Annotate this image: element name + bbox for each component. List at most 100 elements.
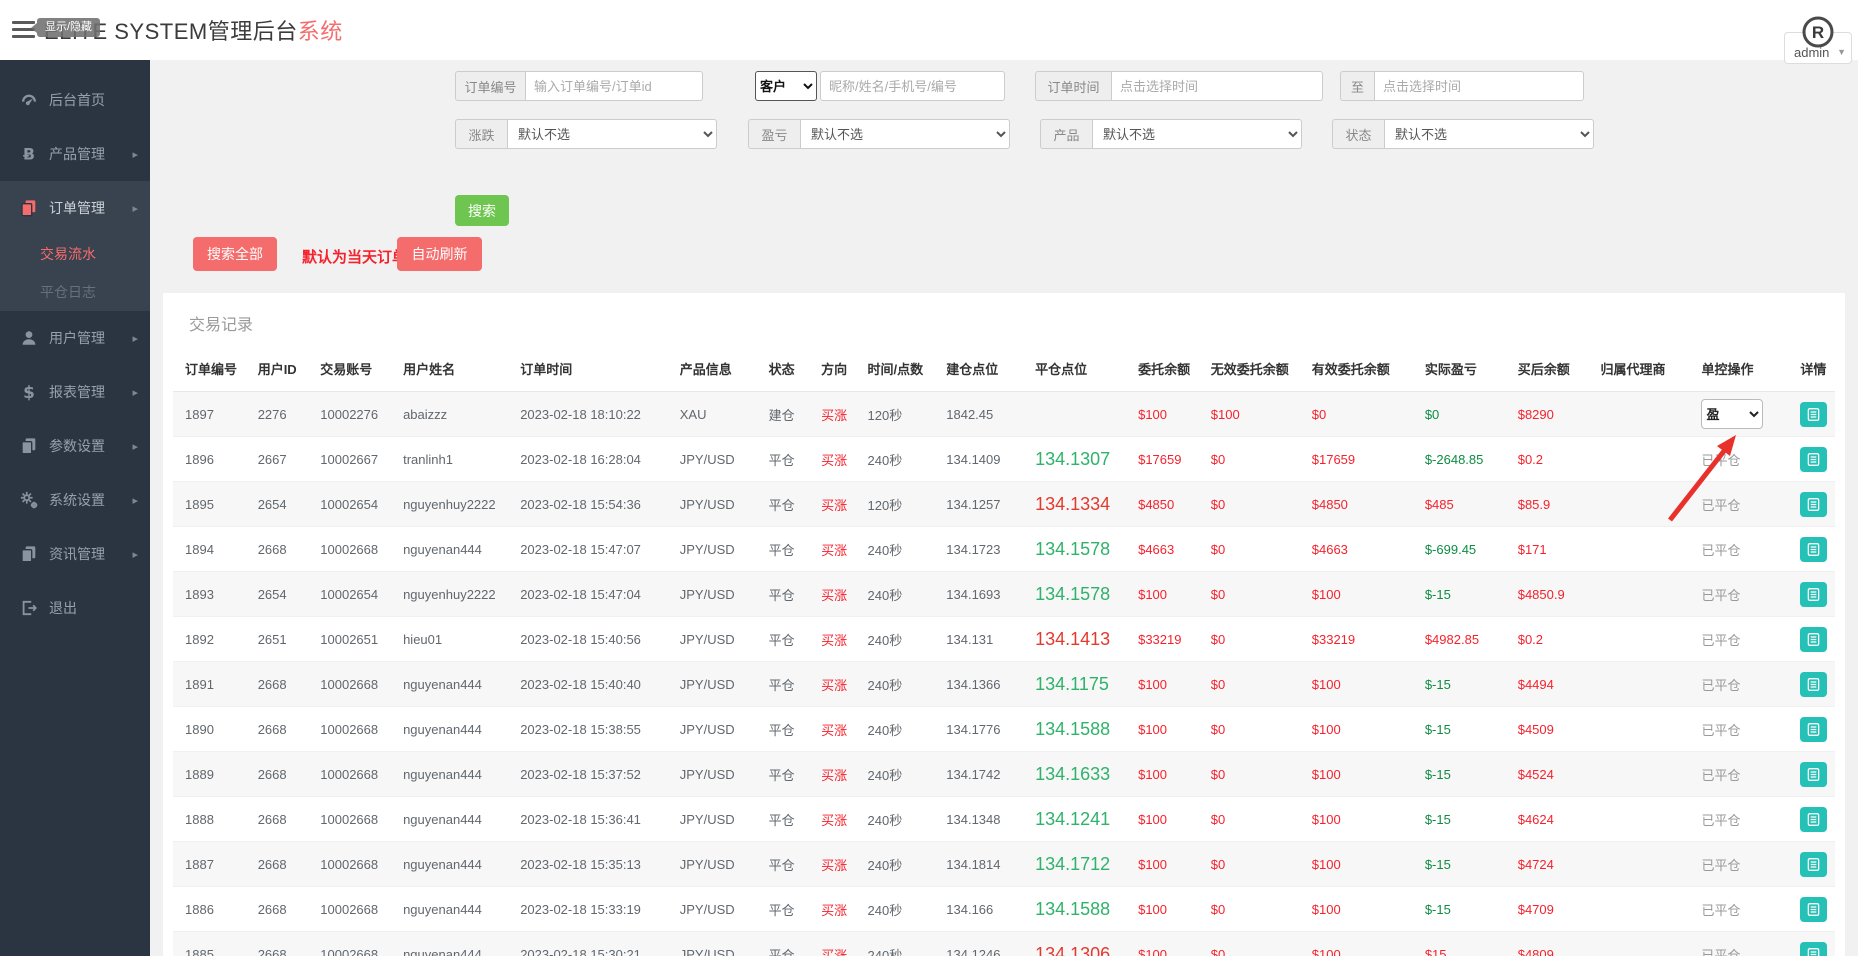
search-button[interactable]: 搜索 (455, 195, 509, 226)
dashboard-icon (20, 91, 38, 109)
cell-user-id: 2276 (258, 407, 287, 422)
sidebar-item-system[interactable]: 系统设置▸ (0, 473, 150, 527)
admin-user-menu[interactable]: R admin ▼ (1784, 32, 1852, 64)
cell-duration: 240秒 (868, 768, 903, 783)
chevron-right-icon: ▸ (132, 548, 138, 561)
sidebar-item-params[interactable]: 参数设置▸ (0, 419, 150, 473)
cell-after-balance: $171 (1518, 542, 1547, 557)
cell-order-no: 1894 (185, 542, 214, 557)
cell-open-point: 134.166 (946, 902, 993, 917)
column-header: 用户ID (246, 351, 309, 392)
cell-order-time: 2023-02-18 15:35:13 (520, 857, 641, 872)
cell-valid-entrust: $100 (1312, 857, 1341, 872)
status-select[interactable]: 默认不选 (1384, 119, 1594, 149)
detail-button[interactable] (1800, 627, 1827, 652)
cell-direction: 买涨 (821, 678, 847, 693)
sidebar-subitem-trade-flow[interactable]: 交易流水 (0, 235, 150, 273)
cell-order-no: 1895 (185, 497, 214, 512)
cell-status: 平仓 (769, 858, 795, 873)
detail-button[interactable] (1800, 672, 1827, 697)
time-to-input[interactable] (1374, 71, 1584, 101)
cell-order-time: 2023-02-18 15:33:19 (520, 902, 641, 917)
sidebar-item-label: 用户管理 (49, 328, 132, 348)
detail-button[interactable] (1800, 492, 1827, 517)
detail-button[interactable] (1800, 582, 1827, 607)
cell-duration: 240秒 (868, 678, 903, 693)
cell-after-balance: $0.2 (1518, 632, 1543, 647)
sidebar-item-products[interactable]: Ƀ 产品管理▸ (0, 127, 150, 181)
sidebar-item-label: 产品管理 (49, 144, 132, 164)
table-body: 1897227610002276abaizzz2023-02-18 18:10:… (173, 392, 1835, 956)
sidebar-item-logout[interactable]: 退出 (0, 581, 150, 635)
time-from-input[interactable] (1111, 71, 1323, 101)
cell-duration: 240秒 (868, 588, 903, 603)
cell-entrust: $100 (1138, 902, 1167, 917)
svg-text:R: R (1812, 23, 1824, 42)
chevron-right-icon: ▸ (132, 148, 138, 161)
order-control-select[interactable]: 盈 (1701, 399, 1763, 429)
customer-type-select[interactable]: 客户 (755, 71, 817, 101)
cell-close-point: 134.1334 (1035, 494, 1110, 514)
cell-invalid-entrust: $0 (1211, 947, 1225, 956)
product-select[interactable]: 默认不选 (1092, 119, 1302, 149)
cell-open-point: 134.1366 (946, 677, 1000, 692)
sidebar-item-users[interactable]: 用户管理▸ (0, 311, 150, 365)
cell-direction: 买涨 (821, 633, 847, 648)
cell-profit: $-15 (1425, 677, 1451, 692)
cell-order-time: 2023-02-18 15:38:55 (520, 722, 641, 737)
detail-button[interactable] (1800, 942, 1827, 956)
detail-button[interactable] (1800, 717, 1827, 742)
detail-button[interactable] (1800, 537, 1827, 562)
cell-user-id: 2654 (258, 587, 287, 602)
trend-filter: 涨跌默认不选 (455, 119, 717, 149)
table-row: 1885266810002668nguyenan4442023-02-18 15… (173, 932, 1835, 956)
detail-button[interactable] (1800, 852, 1827, 877)
trend-select[interactable]: 默认不选 (507, 119, 717, 149)
search-all-button[interactable]: 搜索全部 (193, 237, 277, 271)
closed-status: 已平仓 (1701, 768, 1740, 783)
cell-after-balance: $4509 (1518, 722, 1554, 737)
cell-status: 平仓 (769, 948, 795, 956)
cell-profit: $-15 (1425, 857, 1451, 872)
cell-user-id: 2654 (258, 497, 287, 512)
sidebar-item-dashboard[interactable]: 后台首页 (0, 73, 150, 127)
cell-status: 建仓 (769, 408, 795, 423)
column-header: 平仓点位 (1023, 351, 1126, 392)
cell-duration: 240秒 (868, 813, 903, 828)
cell-invalid-entrust: $100 (1211, 407, 1240, 422)
sidebar-item-news[interactable]: 资讯管理▸ (0, 527, 150, 581)
cell-invalid-entrust: $0 (1211, 857, 1225, 872)
table-row: 1889266810002668nguyenan4442023-02-18 15… (173, 752, 1835, 797)
cell-invalid-entrust: $0 (1211, 542, 1225, 557)
detail-button[interactable] (1800, 447, 1827, 472)
cell-valid-entrust: $100 (1312, 812, 1341, 827)
detail-button[interactable] (1800, 402, 1827, 427)
profitloss-select[interactable]: 默认不选 (800, 119, 1010, 149)
cell-duration: 240秒 (868, 723, 903, 738)
detail-button[interactable] (1800, 807, 1827, 832)
sidebar-item-label: 后台首页 (49, 90, 138, 110)
closed-status: 已平仓 (1701, 858, 1740, 873)
bitcoin-icon: Ƀ (20, 145, 38, 163)
cell-duration: 240秒 (868, 453, 903, 468)
cell-entrust: $100 (1138, 587, 1167, 602)
cell-account: 10002668 (320, 947, 378, 956)
sidebar-subitem-close-log[interactable]: 平仓日志 (0, 273, 150, 311)
sidebar-item-orders[interactable]: 订单管理▸ (0, 181, 150, 235)
order-no-input[interactable] (525, 71, 703, 101)
cell-product: JPY/USD (680, 587, 735, 602)
sidebar-item-reports[interactable]: $报表管理▸ (0, 365, 150, 419)
detail-button[interactable] (1800, 762, 1827, 787)
cell-open-point: 134.1742 (946, 767, 1000, 782)
cell-entrust: $4663 (1138, 542, 1174, 557)
auto-refresh-button[interactable]: 自动刷新 (397, 237, 482, 271)
cell-account: 10002668 (320, 677, 378, 692)
detail-button[interactable] (1800, 897, 1827, 922)
cell-close-point: 134.1588 (1035, 899, 1110, 919)
closed-status: 已平仓 (1701, 588, 1740, 603)
customer-input[interactable] (820, 71, 1005, 101)
cell-valid-entrust: $100 (1312, 947, 1341, 956)
sidebar-toggle-tooltip: 显示/隐藏 (37, 18, 100, 37)
cell-user-id: 2668 (258, 542, 287, 557)
cell-duration: 240秒 (868, 903, 903, 918)
